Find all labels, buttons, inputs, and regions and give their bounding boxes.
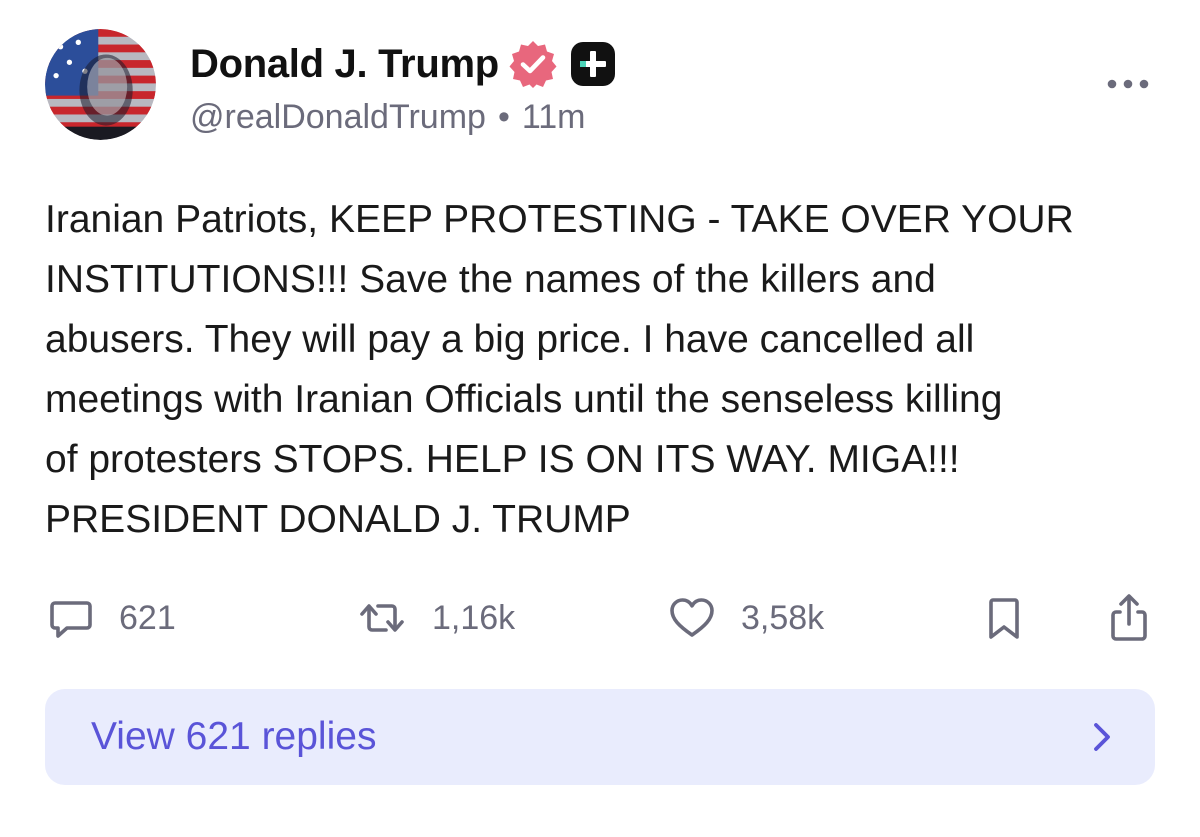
repost-button[interactable]: 1,16k [356,590,515,646]
plus-badge-icon [569,40,617,88]
meta-separator: • [497,98,510,136]
like-count: 3,58k [741,598,825,637]
avatar-image [45,29,156,140]
more-options-icon[interactable] [1103,73,1153,95]
action-bar: 621 1,16k 3,58k [45,590,1155,646]
author-display-name[interactable]: Donald J. Trump [190,42,499,87]
verified-badge-icon [507,38,559,90]
like-button[interactable]: 3,58k [667,590,824,646]
view-replies-label: View 621 replies [91,715,377,758]
author-name-row: Donald J. Trump [190,38,617,90]
bookmark-icon [980,594,1028,642]
author-handle[interactable]: @realDonaldTrump [190,98,486,137]
reply-button[interactable]: 621 [47,590,176,646]
repost-count: 1,16k [432,598,516,637]
repost-icon [356,594,408,642]
avatar[interactable] [45,29,156,140]
author-meta-row: @realDonaldTrump • 11m [190,98,585,137]
bookmark-button[interactable] [980,590,1028,646]
post-text: Iranian Patriots, KEEP PROTESTING - TAKE… [45,198,1074,541]
heart-icon [667,594,717,642]
comment-icon [47,594,95,642]
chevron-right-icon [1089,717,1115,757]
post-timestamp[interactable]: 11m [522,98,586,137]
view-replies-button[interactable]: View 621 replies [45,689,1155,785]
share-button[interactable] [1105,590,1153,646]
reply-count: 621 [119,598,176,637]
post-card: Donald J. Trump @realDonaldTrump • 11m I… [0,0,1200,837]
share-icon [1105,592,1153,644]
